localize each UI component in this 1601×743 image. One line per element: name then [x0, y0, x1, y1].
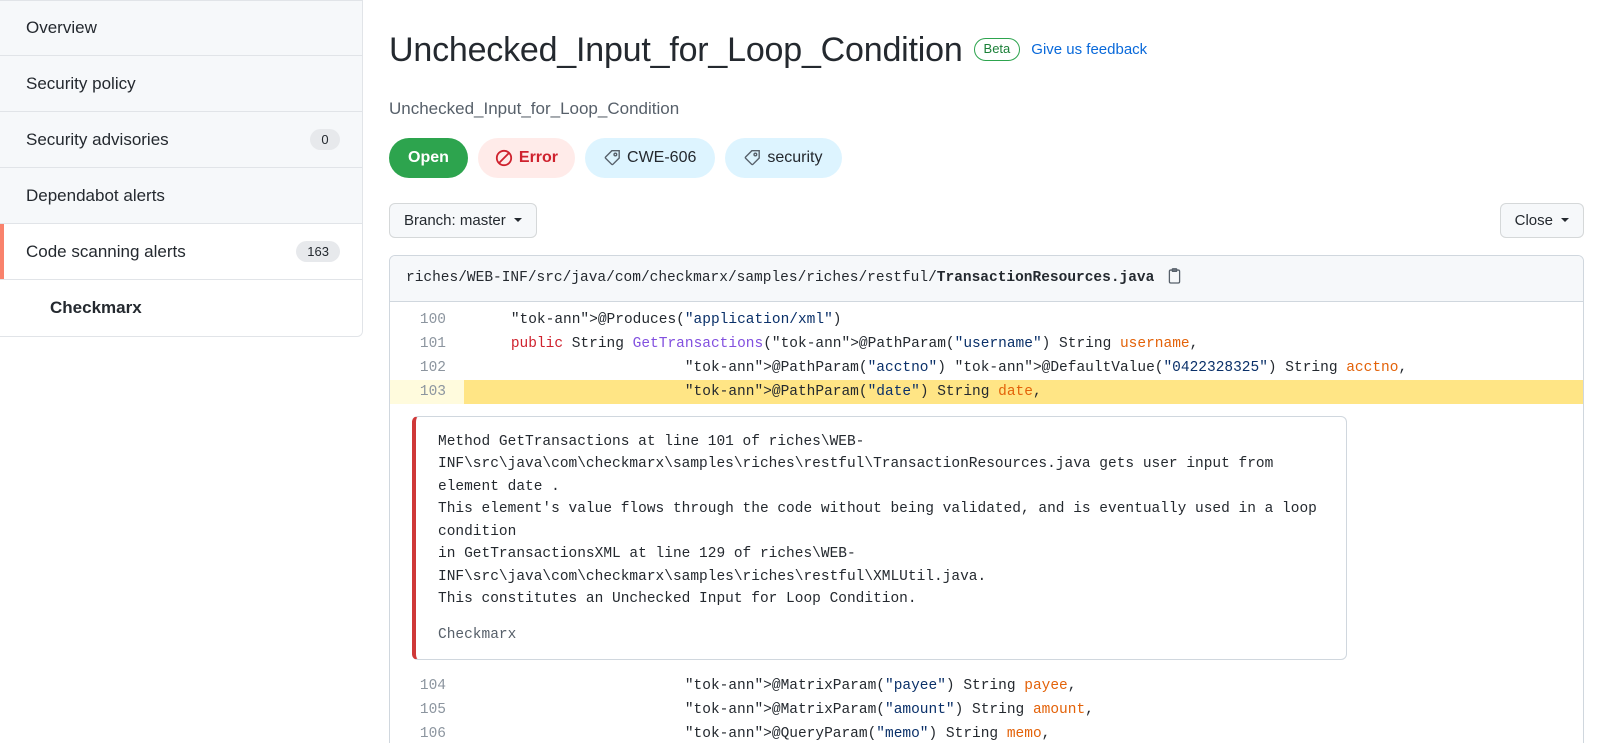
no-entry-icon — [495, 149, 513, 167]
close-alert-button[interactable]: Close — [1499, 202, 1584, 238]
alert-description-tool: Checkmarx — [438, 626, 517, 643]
alert-subtitle: Unchecked_Input_for_Loop_Condition — [389, 98, 680, 118]
alert-description-wrapper: Method GetTransactions at line 101 of ri… — [390, 404, 1583, 674]
code-line: 102 "tok-ann">@PathParam("acctno") "tok-… — [390, 356, 1583, 380]
sidebar-count-badge: 0 — [310, 129, 340, 150]
tag-badge-cwe[interactable]: CWE-606 — [585, 137, 716, 178]
sidebar-item-label: Security advisories — [26, 129, 169, 149]
line-source: public String GetTransactions("tok-ann">… — [510, 335, 1199, 352]
code-line: 106 "tok-ann">@QueryParam("memo") String… — [390, 722, 1583, 743]
line-number: 106 — [419, 725, 446, 742]
code-line: 105 "tok-ann">@MatrixParam("amount") Str… — [390, 698, 1583, 722]
sidebar-subitem-label: Checkmarx — [50, 298, 142, 317]
tag-badge-label: security — [767, 148, 823, 166]
sidebar-item-dependabot-alerts[interactable]: Dependabot alerts — [0, 168, 362, 224]
line-number: 102 — [419, 359, 446, 376]
branch-selector-button[interactable]: Branch: master — [389, 202, 537, 238]
security-sidebar: Overview Security policy Security adviso… — [0, 0, 363, 337]
sidebar-subitem-checkmarx[interactable]: Checkmarx — [0, 280, 362, 336]
file-path: riches/WEB-INF/src/java/com/checkmarx/sa… — [406, 270, 1155, 287]
line-number: 103 — [390, 379, 464, 404]
severity-badge-label: Error — [518, 148, 559, 166]
code-snippet-panel: riches/WEB-INF/src/java/com/checkmarx/sa… — [389, 254, 1584, 743]
code-file-header: riches/WEB-INF/src/java/com/checkmarx/sa… — [390, 255, 1583, 302]
clipboard-icon[interactable] — [1166, 267, 1183, 290]
sidebar-item-label: Overview — [26, 18, 97, 37]
chevron-down-icon — [513, 218, 522, 223]
branch-selector-label: Branch: master — [404, 211, 506, 229]
sidebar-item-code-scanning-alerts[interactable]: Code scanning alerts 163 — [0, 224, 362, 280]
line-source: "tok-ann">@PathParam("date") String date… — [464, 379, 1583, 404]
code-line: 100 "tok-ann">@Produces("application/xml… — [390, 302, 1583, 332]
sidebar-item-security-advisories[interactable]: Security advisories 0 — [0, 112, 362, 168]
line-source: "tok-ann">@MatrixParam("amount") String … — [684, 701, 1094, 718]
alert-header: Unchecked_Input_for_Loop_Condition Beta … — [389, 0, 1584, 96]
line-number: 104 — [419, 677, 446, 694]
line-number: 105 — [419, 701, 446, 718]
tag-badge-label: CWE-606 — [627, 148, 697, 166]
line-source: "tok-ann">@MatrixParam("payee") String p… — [684, 677, 1077, 694]
chevron-down-icon — [1561, 218, 1569, 223]
tag-icon — [744, 149, 761, 166]
file-name: TransactionResources.java — [936, 270, 1155, 287]
code-line-highlighted: 103 "tok-ann">@PathParam("date") String … — [390, 379, 1583, 404]
page-title: Unchecked_Input_for_Loop_Condition — [389, 30, 963, 69]
sidebar-item-label: Dependabot alerts — [26, 185, 165, 205]
sidebar-count-badge: 163 — [296, 241, 340, 262]
alert-description-box: Method GetTransactions at line 101 of ri… — [412, 415, 1347, 660]
status-badge-label: Open — [408, 148, 449, 166]
line-number: 101 — [419, 335, 446, 352]
alert-toolbar: Branch: master Close — [389, 202, 1584, 238]
alert-badges: Open Error CWE-606 security — [389, 137, 1584, 178]
line-number: 100 — [419, 311, 446, 328]
sidebar-item-overview[interactable]: Overview — [0, 0, 362, 56]
tag-icon — [604, 149, 621, 166]
alert-description-text: Method GetTransactions at line 101 of ri… — [438, 433, 1317, 608]
tag-badge-security[interactable]: security — [725, 137, 842, 178]
severity-badge-error: Error — [477, 137, 576, 178]
code-line: 101 public String GetTransactions("tok-a… — [390, 332, 1583, 356]
line-source: "tok-ann">@PathParam("acctno") "tok-ann"… — [684, 359, 1408, 376]
line-source: "tok-ann">@QueryParam("memo") String mem… — [684, 725, 1051, 742]
give-feedback-link[interactable]: Give us feedback — [1031, 41, 1147, 58]
code-line: 104 "tok-ann">@MatrixParam("payee") Stri… — [390, 674, 1583, 698]
status-badge-open: Open — [389, 137, 468, 178]
beta-badge: Beta — [973, 38, 1021, 62]
alert-detail-main: Unchecked_Input_for_Loop_Condition Beta … — [389, 0, 1584, 743]
sidebar-item-security-policy[interactable]: Security policy — [0, 56, 362, 112]
line-source: "tok-ann">@Produces("application/xml") — [510, 311, 842, 328]
sidebar-item-label: Code scanning alerts — [26, 241, 186, 261]
close-alert-label: Close — [1514, 211, 1553, 229]
sidebar-item-label: Security policy — [26, 73, 136, 93]
code-scanning-alert-page: Overview Security policy Security adviso… — [0, 0, 1601, 743]
